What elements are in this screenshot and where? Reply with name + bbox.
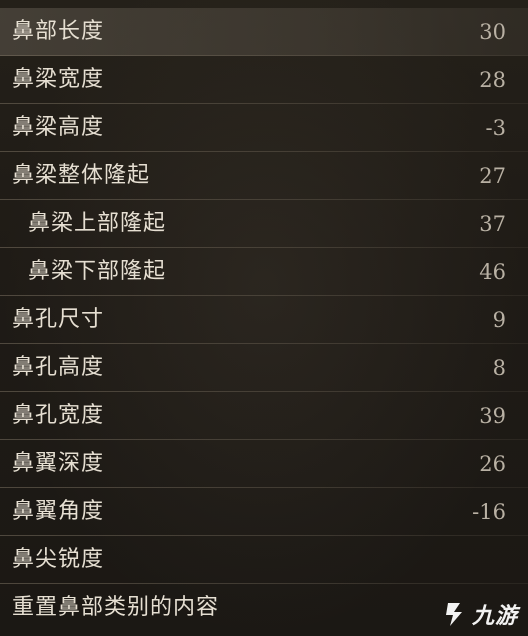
row-label: 鼻孔尺寸 [12, 307, 105, 332]
row-label: 重置鼻部类别的内容 [12, 595, 220, 620]
slider-row-bridge-height[interactable]: 鼻梁高度 -3 [0, 104, 528, 152]
row-value: 27 [479, 164, 506, 188]
row-value: -16 [472, 500, 506, 524]
slider-row-ala-depth[interactable]: 鼻翼深度 26 [0, 440, 528, 488]
row-value: 37 [479, 212, 506, 236]
row-value: -3 [485, 116, 506, 140]
row-label: 鼻孔高度 [12, 355, 105, 380]
slider-row-nose-length[interactable]: 鼻部长度 30 [0, 8, 528, 56]
slider-row-bridge-overall-bulge[interactable]: 鼻梁整体隆起 27 [0, 152, 528, 200]
slider-row-nostril-size[interactable]: 鼻孔尺寸 9 [0, 296, 528, 344]
slider-row-tip-sharpness[interactable]: 鼻尖锐度 [0, 536, 528, 584]
row-label: 鼻梁下部隆起 [28, 259, 167, 284]
row-label: 鼻梁高度 [12, 115, 105, 140]
row-label: 鼻孔宽度 [12, 403, 105, 428]
row-label: 鼻梁整体隆起 [12, 163, 151, 188]
row-label: 鼻梁宽度 [12, 67, 105, 92]
row-value: 9 [492, 308, 506, 332]
row-label: 鼻部长度 [12, 19, 105, 44]
nose-settings-panel: 鼻部长度 30 鼻梁宽度 28 鼻梁高度 -3 鼻梁整体隆起 27 鼻梁上部隆起… [0, 0, 528, 636]
row-value: 30 [479, 20, 506, 44]
row-value: 46 [479, 260, 506, 284]
watermark: 九游 [440, 596, 518, 632]
slider-row-bridge-lower-bulge[interactable]: 鼻梁下部隆起 46 [0, 248, 528, 296]
row-label: 鼻尖锐度 [12, 547, 105, 572]
slider-row-nostril-width[interactable]: 鼻孔宽度 39 [0, 392, 528, 440]
slider-row-ala-angle[interactable]: 鼻翼角度 -16 [0, 488, 528, 536]
slider-row-bridge-width[interactable]: 鼻梁宽度 28 [0, 56, 528, 104]
row-value: 39 [479, 404, 506, 428]
row-label: 鼻翼深度 [12, 451, 105, 476]
row-label: 鼻梁上部隆起 [28, 211, 167, 236]
row-value: 8 [492, 356, 506, 380]
row-value: 28 [479, 68, 506, 92]
slider-row-bridge-upper-bulge[interactable]: 鼻梁上部隆起 37 [0, 200, 528, 248]
slider-row-nostril-height[interactable]: 鼻孔高度 8 [0, 344, 528, 392]
jiuyou-logo-icon [445, 603, 462, 626]
watermark-text: 九游 [471, 604, 518, 629]
row-label: 鼻翼角度 [12, 499, 105, 524]
row-value: 26 [479, 452, 506, 476]
